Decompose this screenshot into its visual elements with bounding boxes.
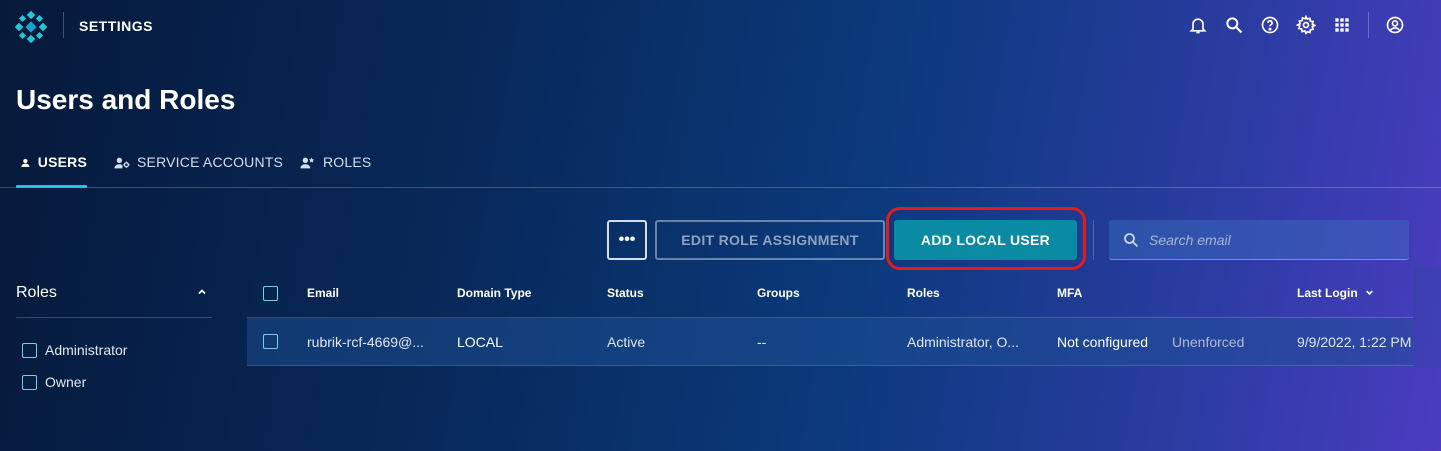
app-title: SETTINGS	[79, 18, 154, 34]
more-actions-button[interactable]: •••	[607, 220, 647, 260]
logo-icon[interactable]	[15, 11, 47, 43]
toolbar-divider	[1093, 220, 1094, 260]
column-header-domain-type[interactable]: Domain Type	[457, 286, 531, 300]
tab-roles[interactable]: ROLES	[300, 154, 371, 188]
tab-users[interactable]: USERS	[16, 154, 87, 188]
apps-grid-icon[interactable]	[1331, 14, 1353, 36]
chevron-up-icon[interactable]	[196, 286, 208, 298]
page-title: Users and Roles	[16, 84, 236, 115]
search-icon[interactable]	[1223, 14, 1245, 36]
tab-roles-label: ROLES	[323, 154, 372, 170]
column-header-mfa[interactable]: MFA	[1057, 286, 1082, 300]
table-header: Email Domain Type Status Groups Roles MF…	[247, 268, 1413, 318]
gear-icon[interactable]	[1295, 14, 1317, 36]
column-header-last-login[interactable]: Last Login	[1297, 286, 1375, 300]
filter-item-owner[interactable]: Owner	[22, 374, 86, 390]
filter-item-label: Administrator	[45, 342, 128, 358]
filter-item-label: Owner	[45, 374, 87, 390]
tab-service-accounts-label: SERVICE ACCOUNTS	[137, 154, 284, 170]
cell-email: rubrik-rcf-4669@...	[307, 334, 424, 350]
user-icon	[21, 158, 30, 168]
tab-service-accounts[interactable]: SERVICE ACCOUNTS	[114, 154, 283, 188]
column-header-email[interactable]: Email	[307, 286, 339, 300]
cell-status: Active	[607, 334, 646, 350]
header-divider-right	[1368, 12, 1369, 38]
table-row[interactable]: rubrik-rcf-4669@... LOCAL Active -- Admi…	[247, 318, 1413, 366]
cell-roles: Administrator, O...	[907, 334, 1020, 350]
search-email-input[interactable]	[1149, 231, 1389, 248]
search-icon	[1124, 232, 1139, 247]
filter-item-administrator[interactable]: Administrator	[22, 342, 127, 358]
filter-divider	[16, 317, 212, 318]
service-account-icon	[114, 157, 130, 169]
cell-last-login: 9/9/2022, 1:22 PM	[1297, 334, 1412, 350]
roles-filter-title: Roles	[16, 284, 57, 301]
cell-mfa: Not configured	[1057, 334, 1149, 350]
cell-mfa-enforcement: Unenforced	[1172, 334, 1245, 350]
edit-role-assignment-button[interactable]: EDIT ROLE ASSIGNMENT	[655, 220, 885, 260]
table-scroll-edge	[1413, 268, 1441, 368]
account-icon[interactable]	[1384, 14, 1406, 36]
administrator-checkbox[interactable]	[22, 342, 37, 358]
users-table: Email Domain Type Status Groups Roles MF…	[247, 268, 1413, 367]
cell-domain-type: LOCAL	[457, 334, 503, 350]
add-local-user-button[interactable]: ADD LOCAL USER	[894, 220, 1077, 260]
column-header-roles[interactable]: Roles	[907, 286, 940, 300]
roles-icon	[300, 157, 315, 169]
tab-users-label: USERS	[37, 154, 87, 170]
top-bar: SETTINGS	[0, 0, 1441, 52]
column-header-groups[interactable]: Groups	[757, 286, 800, 300]
help-icon[interactable]	[1259, 14, 1281, 36]
row-checkbox[interactable]	[263, 334, 278, 349]
bell-icon[interactable]	[1187, 14, 1209, 36]
last-login-label: Last Login	[1297, 286, 1358, 300]
cell-groups: --	[757, 334, 767, 350]
header-divider	[63, 12, 64, 38]
search-email-box[interactable]	[1109, 220, 1409, 260]
chevron-down-icon	[1366, 290, 1373, 296]
select-all-checkbox[interactable]	[263, 286, 278, 301]
owner-checkbox[interactable]	[22, 374, 37, 390]
column-header-status[interactable]: Status	[607, 286, 644, 300]
tab-bar: USERS SERVICE ACCOUNTS ROLES	[0, 140, 1441, 188]
